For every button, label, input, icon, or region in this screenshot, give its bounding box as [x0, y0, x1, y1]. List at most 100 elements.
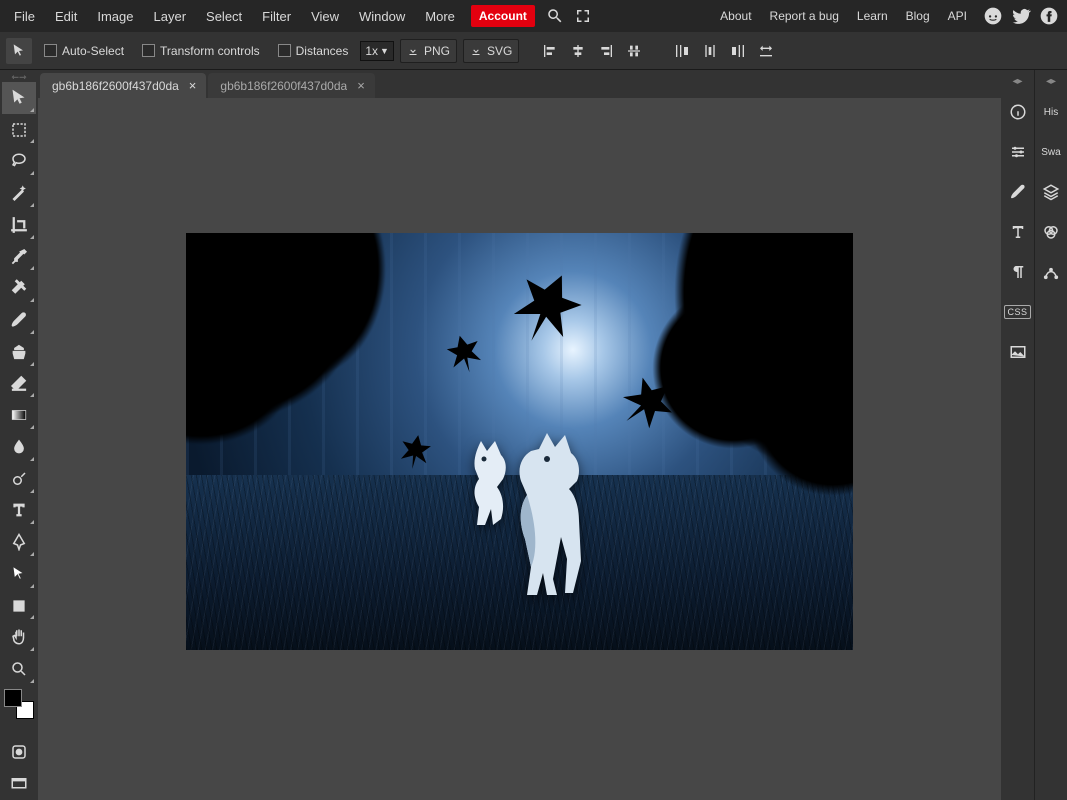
path-select-tool[interactable] — [2, 558, 36, 590]
document-tab[interactable]: gb6b186f2600f437d0da × — [40, 73, 206, 98]
panel-collapse-icon[interactable]: ◂▸ — [1001, 76, 1034, 86]
character-icon[interactable] — [1004, 218, 1032, 246]
screen-mode-toggle[interactable] — [2, 768, 36, 800]
quickmask-toggle[interactable] — [2, 737, 36, 769]
menu-image[interactable]: Image — [87, 0, 143, 32]
close-icon[interactable]: × — [189, 78, 197, 93]
export-png-button[interactable]: PNG — [400, 39, 457, 63]
export-svg-button[interactable]: SVG — [463, 39, 519, 63]
canvas-viewport[interactable] — [38, 98, 1001, 800]
lasso-tool[interactable] — [2, 145, 36, 177]
canvas-image-content — [633, 233, 853, 518]
paths-panel-icon[interactable] — [1037, 258, 1065, 286]
menu-filter[interactable]: Filter — [252, 0, 301, 32]
gradient-tool[interactable] — [2, 399, 36, 431]
move-tool[interactable] — [2, 82, 36, 114]
options-bar: Auto-Select Transform controls Distances… — [0, 32, 1067, 70]
brush-tool[interactable] — [2, 304, 36, 336]
close-icon[interactable]: × — [357, 78, 365, 93]
distribute-group — [669, 38, 779, 64]
info-icon[interactable] — [1004, 98, 1032, 126]
right-panel-collapsed: ◂▸ CSS — [1001, 70, 1034, 800]
swatches-panel-icon[interactable]: Swa — [1037, 138, 1065, 166]
dodge-tool[interactable] — [2, 463, 36, 495]
distribute-right-icon[interactable] — [725, 38, 751, 64]
facebook-icon[interactable] — [1035, 2, 1063, 30]
adjustments-icon[interactable] — [1004, 138, 1032, 166]
menu-window[interactable]: Window — [349, 0, 415, 32]
far-right-panel: ◂▸ His Swa — [1034, 70, 1067, 800]
align-middle-icon[interactable] — [621, 38, 647, 64]
healing-tool[interactable] — [2, 272, 36, 304]
zoom-value: 1x — [365, 44, 378, 58]
foreground-color-swatch[interactable] — [4, 689, 22, 707]
link-blog[interactable]: Blog — [900, 9, 936, 23]
distribute-center-icon[interactable] — [697, 38, 723, 64]
export-scale-select[interactable]: 1x▼ — [360, 41, 394, 61]
document-tabstrip: gb6b186f2600f437d0da × gb6b186f2600f437d… — [38, 70, 1001, 98]
menu-edit[interactable]: Edit — [45, 0, 87, 32]
link-about[interactable]: About — [714, 9, 757, 23]
shape-tool[interactable] — [2, 590, 36, 622]
layers-panel-icon[interactable] — [1037, 178, 1065, 206]
menu-view[interactable]: View — [301, 0, 349, 32]
menu-layer[interactable]: Layer — [144, 0, 197, 32]
align-right-icon[interactable] — [593, 38, 619, 64]
channels-panel-icon[interactable] — [1037, 218, 1065, 246]
distances-checkbox[interactable]: Distances — [272, 40, 355, 62]
type-tool[interactable] — [2, 495, 36, 527]
zoom-tool[interactable] — [2, 653, 36, 685]
history-label: His — [1044, 107, 1058, 118]
link-learn[interactable]: Learn — [851, 9, 894, 23]
clone-stamp-tool[interactable] — [2, 336, 36, 368]
twitter-icon[interactable] — [1007, 2, 1035, 30]
brush-settings-icon[interactable] — [1004, 178, 1032, 206]
eyedropper-tool[interactable] — [2, 241, 36, 273]
css-panel-icon[interactable]: CSS — [1004, 298, 1032, 326]
link-report[interactable]: Report a bug — [764, 9, 845, 23]
distribute-left-icon[interactable] — [669, 38, 695, 64]
distances-label: Distances — [296, 44, 349, 58]
rect-select-tool[interactable] — [2, 114, 36, 146]
align-center-h-icon[interactable] — [565, 38, 591, 64]
document-area: gb6b186f2600f437d0da × gb6b186f2600f437d… — [38, 70, 1001, 800]
document-tab-label: gb6b186f2600f437d0da — [52, 79, 179, 93]
menu-bar: File Edit Image Layer Select Filter View… — [0, 0, 1067, 32]
blur-tool[interactable] — [2, 431, 36, 463]
png-label: PNG — [424, 44, 450, 58]
auto-select-label: Auto-Select — [62, 44, 124, 58]
paragraph-icon[interactable] — [1004, 258, 1032, 286]
menu-file[interactable]: File — [4, 0, 45, 32]
swatches-label: Swa — [1041, 147, 1060, 158]
palette-collapse-icon[interactable]: ⇽⇾ — [0, 72, 38, 82]
auto-select-checkbox[interactable]: Auto-Select — [38, 40, 130, 62]
hand-tool[interactable] — [2, 621, 36, 653]
crop-tool[interactable] — [2, 209, 36, 241]
align-left-icon[interactable] — [537, 38, 563, 64]
eraser-tool[interactable] — [2, 368, 36, 400]
pen-tool[interactable] — [2, 526, 36, 558]
align-group — [537, 38, 647, 64]
transform-controls-checkbox[interactable]: Transform controls — [136, 40, 266, 62]
document-tab[interactable]: gb6b186f2600f437d0da × — [208, 73, 374, 98]
magic-wand-tool[interactable] — [2, 177, 36, 209]
workspace: ⇽⇾ gb6b186f2600f437d0da × — [0, 70, 1067, 800]
menu-more[interactable]: More — [415, 0, 465, 32]
svg-label: SVG — [487, 44, 512, 58]
image-thumb-icon[interactable] — [1004, 338, 1032, 366]
distribute-spacing-icon[interactable] — [753, 38, 779, 64]
tool-palette: ⇽⇾ — [0, 70, 38, 800]
panel-collapse-icon[interactable]: ◂▸ — [1035, 76, 1067, 86]
search-icon[interactable] — [541, 2, 569, 30]
move-tool-indicator-icon[interactable] — [6, 38, 32, 64]
reddit-icon[interactable] — [979, 2, 1007, 30]
help-links: About Report a bug Learn Blog API — [714, 9, 973, 23]
link-api[interactable]: API — [942, 9, 973, 23]
transform-controls-label: Transform controls — [160, 44, 260, 58]
history-panel-icon[interactable]: His — [1037, 98, 1065, 126]
canvas[interactable] — [186, 233, 853, 650]
menu-select[interactable]: Select — [196, 0, 252, 32]
account-button[interactable]: Account — [471, 5, 535, 27]
color-swatch[interactable] — [4, 689, 34, 719]
fullscreen-icon[interactable] — [569, 2, 597, 30]
